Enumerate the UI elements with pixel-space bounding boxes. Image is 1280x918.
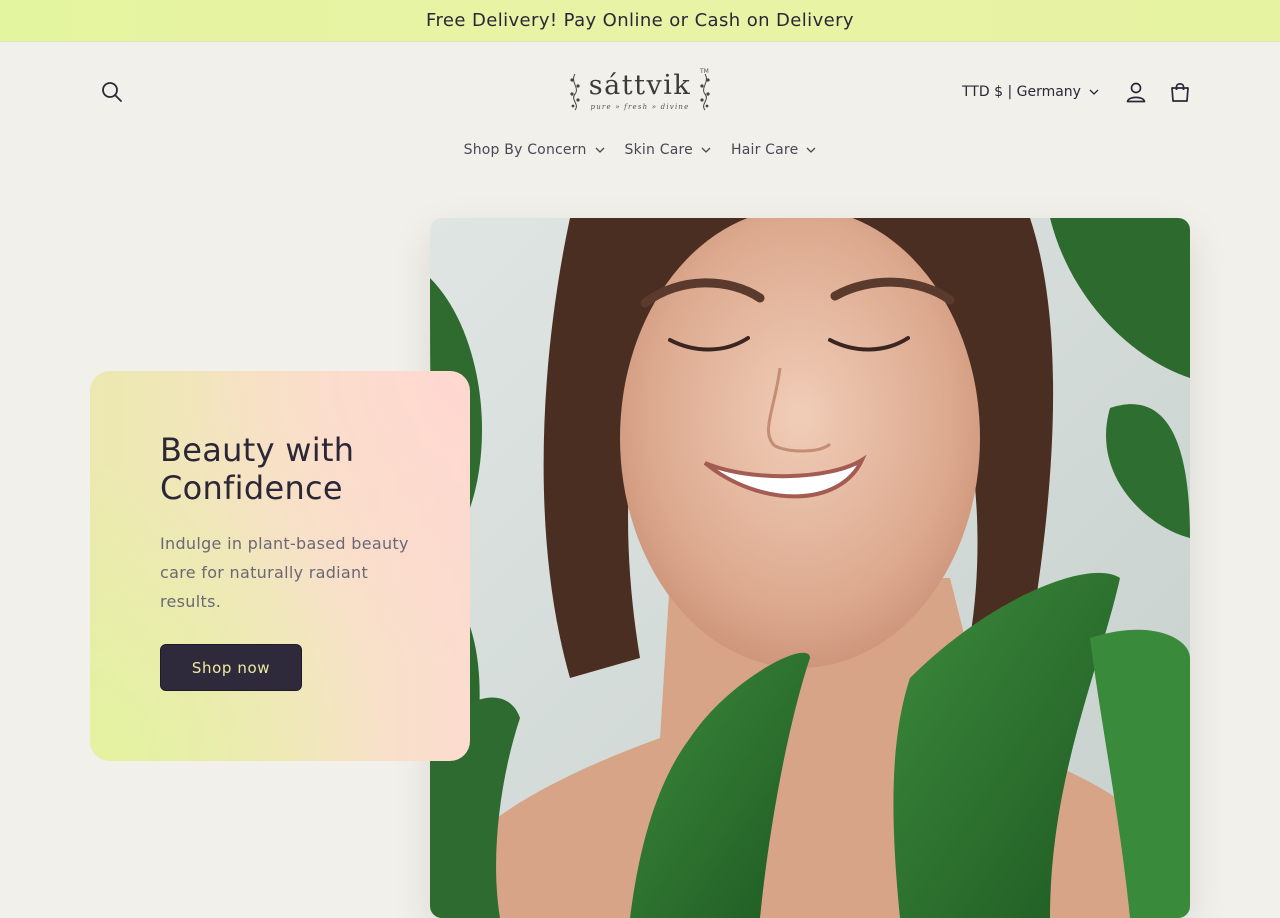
chevron-down-icon bbox=[1089, 89, 1099, 95]
cart-button[interactable] bbox=[1162, 74, 1198, 110]
nav-item-shop-by-concern[interactable]: Shop By Concern bbox=[464, 142, 605, 158]
chevron-down-icon bbox=[806, 147, 816, 153]
chevron-down-icon bbox=[701, 147, 711, 153]
search-button[interactable] bbox=[94, 74, 130, 110]
vine-ornament-icon bbox=[700, 73, 710, 111]
chevron-down-icon bbox=[595, 147, 604, 153]
main-navigation: Shop By Concern Skin Care Hair Care bbox=[0, 142, 1280, 158]
logo-tagline: pure » fresh » divine bbox=[590, 103, 690, 111]
sattvik-logo[interactable]: sáttvik pure » fresh » divine TM bbox=[566, 66, 714, 118]
nav-item-hair-care[interactable]: Hair Care bbox=[731, 142, 816, 158]
country-currency-selector[interactable]: TTD $ | Germany bbox=[962, 82, 1099, 102]
nav-item-skin-care[interactable]: Skin Care bbox=[625, 142, 711, 158]
vine-ornament-icon bbox=[570, 73, 580, 111]
nav-item-label: Hair Care bbox=[730, 142, 799, 158]
nav-item-label: Skin Care bbox=[624, 142, 693, 158]
shop-now-button[interactable]: Shop now bbox=[160, 644, 302, 691]
account-button[interactable] bbox=[1118, 74, 1154, 110]
nav-item-label: Shop By Concern bbox=[463, 142, 587, 158]
announcement-text: Free Delivery! Pay Online or Cash on Del… bbox=[426, 10, 854, 31]
hero-title: Beauty with Confidence bbox=[160, 431, 355, 507]
announcement-bar: Free Delivery! Pay Online or Cash on Del… bbox=[0, 0, 1280, 42]
search-icon bbox=[102, 82, 122, 102]
user-icon bbox=[1126, 82, 1146, 103]
hero-card: Beauty with Confidence Indulge in plant-… bbox=[90, 371, 470, 761]
hero-image bbox=[430, 218, 1190, 918]
hero-description: Indulge in plant-based beauty care for n… bbox=[160, 534, 409, 611]
locale-label: TTD $ | Germany bbox=[962, 84, 1081, 100]
site-header: sáttvik pure » fresh » divine TM TTD $ |… bbox=[0, 42, 1280, 192]
bag-icon bbox=[1171, 83, 1189, 102]
logo-wordmark: sáttvik bbox=[588, 70, 692, 101]
